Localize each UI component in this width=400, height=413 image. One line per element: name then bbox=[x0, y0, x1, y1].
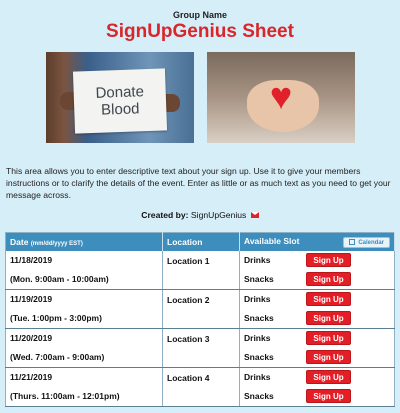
date-cell: 11/20/2019 (Wed. 7:00am - 9:00am) bbox=[5, 328, 163, 368]
slot-cell: Drinks Sign Up Snacks Sign Up bbox=[239, 328, 395, 368]
slot-item: Snacks Sign Up bbox=[240, 309, 394, 328]
date-cell: 11/18/2019 (Mon. 9:00am - 10:00am) bbox=[5, 250, 163, 290]
page-title: SignUpGenius Sheet bbox=[106, 21, 294, 42]
slot-date: 11/18/2019 bbox=[10, 254, 53, 265]
slot-name: Drinks bbox=[244, 372, 271, 382]
slot-header-label: Available Slot bbox=[244, 235, 300, 246]
slot-item: Snacks Sign Up bbox=[240, 387, 394, 406]
donate-blood-image: Donate Blood bbox=[46, 52, 194, 143]
slot-item: Snacks Sign Up bbox=[240, 270, 394, 289]
table-header-row: Date (mm/dd/yyyy EST) Location Available… bbox=[5, 232, 395, 251]
group-name: Group Name bbox=[172, 10, 227, 20]
location-cell: Location 1 bbox=[162, 250, 240, 290]
calendar-icon bbox=[349, 238, 356, 245]
slot-name: Snacks bbox=[244, 352, 274, 362]
slot-item: Drinks Sign Up bbox=[240, 329, 394, 348]
calendar-label: Calendar bbox=[358, 239, 384, 246]
slot-column-header: Available Slot Calendar bbox=[239, 232, 395, 251]
table-row: 11/18/2019 (Mon. 9:00am - 10:00am) Locatio… bbox=[5, 250, 395, 290]
table-row: 11/21/2019 (Thurs. 11:00am - 12:01pm) Loca… bbox=[5, 367, 395, 407]
description-text: This area allows you to enter descriptiv… bbox=[6, 166, 391, 200]
slot-cell: Drinks Sign Up Snacks Sign Up bbox=[239, 367, 395, 407]
sign-up-button[interactable]: Sign Up bbox=[306, 350, 351, 364]
location-cell: Location 4 bbox=[162, 367, 240, 407]
date-cell: 11/19/2019 (Tue. 1:00pm - 3:00pm) bbox=[5, 289, 163, 329]
donate-blood-card: Donate Blood bbox=[72, 68, 168, 134]
creator-name: SignUpGenius bbox=[190, 210, 247, 220]
slot-item: Drinks Sign Up bbox=[240, 368, 394, 387]
slot-name: Drinks bbox=[244, 294, 271, 304]
calendar-button[interactable]: Calendar bbox=[343, 236, 390, 248]
date-column-header: Date (mm/dd/yyyy EST) bbox=[5, 232, 163, 251]
card-line-2: Blood bbox=[100, 100, 140, 119]
slot-cell: Drinks Sign Up Snacks Sign Up bbox=[239, 289, 395, 329]
signup-table: Date (mm/dd/yyyy EST) Location Available… bbox=[5, 232, 395, 407]
mail-icon[interactable] bbox=[250, 212, 259, 218]
card-line-1: Donate bbox=[95, 82, 145, 102]
slot-name: Drinks bbox=[244, 255, 271, 265]
slot-item: Drinks Sign Up bbox=[240, 290, 394, 309]
slot-name: Snacks bbox=[244, 391, 274, 401]
slot-cell: Drinks Sign Up Snacks Sign Up bbox=[239, 250, 395, 290]
slot-name: Snacks bbox=[244, 274, 274, 284]
slot-item: Drinks Sign Up bbox=[240, 251, 394, 270]
date-header-label: Date bbox=[10, 236, 29, 247]
slot-item: Snacks Sign Up bbox=[240, 348, 394, 367]
slot-time: (Mon. 9:00am - 10:00am) bbox=[10, 273, 109, 284]
sign-up-button[interactable]: Sign Up bbox=[306, 311, 351, 325]
sign-up-button[interactable]: Sign Up bbox=[306, 370, 351, 384]
sign-up-button[interactable]: Sign Up bbox=[306, 292, 351, 306]
created-by-label: Created by: bbox=[141, 210, 189, 220]
location-column-header: Location bbox=[162, 232, 240, 251]
slot-time: (Wed. 7:00am - 9:00am) bbox=[10, 351, 105, 362]
slot-name: Snacks bbox=[244, 313, 274, 323]
slot-date: 11/19/2019 bbox=[10, 293, 53, 304]
sign-up-button[interactable]: Sign Up bbox=[306, 331, 351, 345]
date-format-label: (mm/dd/yyyy EST) bbox=[30, 240, 83, 247]
slot-time: (Tue. 1:00pm - 3:00pm) bbox=[10, 312, 102, 323]
heart-icon: ♥ bbox=[269, 76, 293, 118]
slot-date: 11/21/2019 bbox=[10, 371, 53, 382]
sign-up-button[interactable]: Sign Up bbox=[306, 272, 351, 286]
location-cell: Location 3 bbox=[162, 328, 240, 368]
slot-date: 11/20/2019 bbox=[10, 332, 53, 343]
created-by: Created by: SignUpGenius bbox=[0, 210, 400, 220]
slot-name: Drinks bbox=[244, 333, 271, 343]
location-cell: Location 2 bbox=[162, 289, 240, 329]
slot-time: (Thurs. 11:00am - 12:01pm) bbox=[10, 390, 120, 401]
table-row: 11/20/2019 (Wed. 7:00am - 9:00am) Location… bbox=[5, 328, 395, 368]
table-row: 11/19/2019 (Tue. 1:00pm - 3:00pm) Location… bbox=[5, 289, 395, 329]
heart-hands-image: ♥ bbox=[207, 52, 355, 143]
sign-up-button[interactable]: Sign Up bbox=[306, 389, 351, 403]
sign-up-button[interactable]: Sign Up bbox=[306, 253, 351, 267]
date-cell: 11/21/2019 (Thurs. 11:00am - 12:01pm) bbox=[5, 367, 163, 407]
